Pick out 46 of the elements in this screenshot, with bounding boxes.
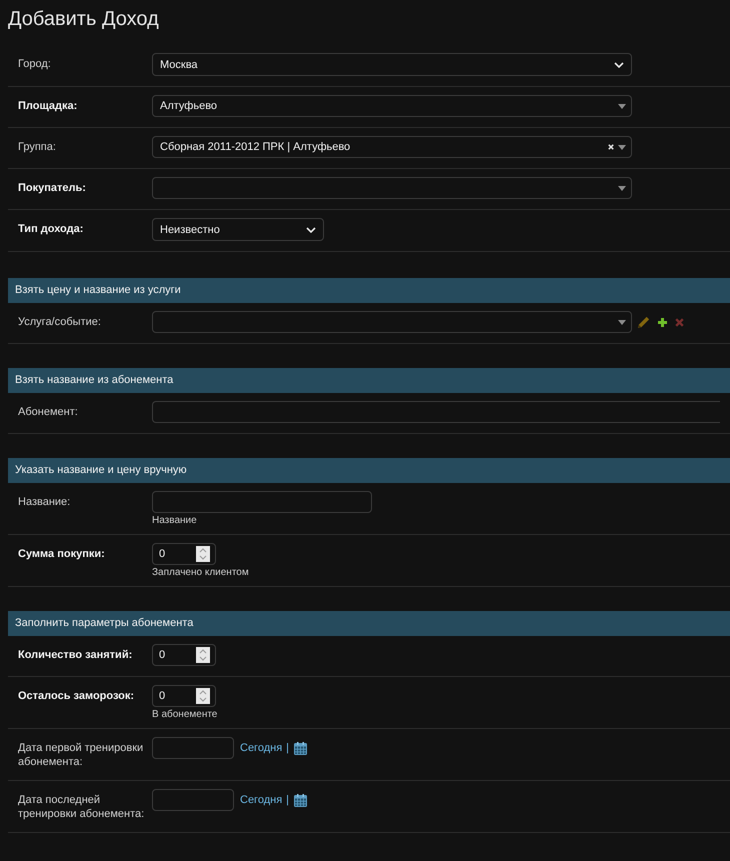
calendar-icon[interactable] <box>294 742 308 754</box>
clear-icon[interactable] <box>608 144 614 150</box>
section-header: Взять название из абонемента <box>8 368 730 393</box>
help-text: Название <box>152 516 197 526</box>
field-label: Дата первой тренировки абонемента: <box>18 741 144 769</box>
autocomplete-select[interactable]: Сборная 2011-2012 ПРК | Алтуфьево <box>152 136 632 158</box>
section-header: Указать название и цену вручную <box>8 458 730 483</box>
section-header: Взять цену и название из услуги <box>8 278 730 303</box>
field-label: Тип дохода: <box>18 222 84 236</box>
chevron-down-icon[interactable] <box>306 226 316 232</box>
link-separator: | <box>286 794 290 806</box>
help-text: Заплачено клиентом <box>152 568 249 578</box>
field-label: Покупатель: <box>18 181 87 195</box>
text-input[interactable] <box>152 491 372 513</box>
today-link[interactable]: Сегодня <box>240 794 282 806</box>
chevron-down-icon[interactable] <box>614 62 624 68</box>
field-label: Количество занятий: <box>18 648 134 662</box>
dropdown[interactable]: Неизвестно <box>152 218 324 241</box>
field-label: Дата последней тренировки абонемента: <box>18 793 146 821</box>
today-link[interactable]: Сегодня <box>240 742 282 754</box>
calendar-icon[interactable] <box>294 794 308 806</box>
field-label: Сумма покупки: <box>18 547 106 561</box>
dropdown-arrow-icon[interactable] <box>618 144 626 150</box>
dropdown-arrow-icon[interactable] <box>618 186 626 190</box>
page-title: Добавить Доход <box>8 7 159 31</box>
field-label: Город: <box>18 57 52 71</box>
help-text: В абонементе <box>152 710 218 720</box>
field-label: Группа: <box>18 140 57 154</box>
spinner-icon[interactable] <box>196 688 210 704</box>
spinner-icon[interactable] <box>196 647 210 663</box>
field-label: Осталось заморозок: <box>18 689 136 703</box>
text-input[interactable] <box>152 401 720 423</box>
dropdown-arrow-icon[interactable] <box>618 104 626 108</box>
date-input[interactable] <box>152 737 234 759</box>
date-input[interactable] <box>152 789 234 811</box>
spinner-icon[interactable] <box>196 546 210 562</box>
field-label: Название: <box>18 495 72 509</box>
field-label: Площадка: <box>18 99 78 113</box>
section-header: Заполнить параметры абонемента <box>8 611 730 636</box>
link-separator: | <box>286 742 290 754</box>
field-label: Абонемент: <box>18 405 79 419</box>
dropdown[interactable]: Москва <box>152 53 632 76</box>
plus-icon[interactable] <box>658 318 667 326</box>
field-label: Услуга/событие: <box>18 315 102 329</box>
autocomplete-select[interactable]: Алтуфьево <box>152 95 632 117</box>
dropdown-arrow-icon[interactable] <box>618 320 626 324</box>
